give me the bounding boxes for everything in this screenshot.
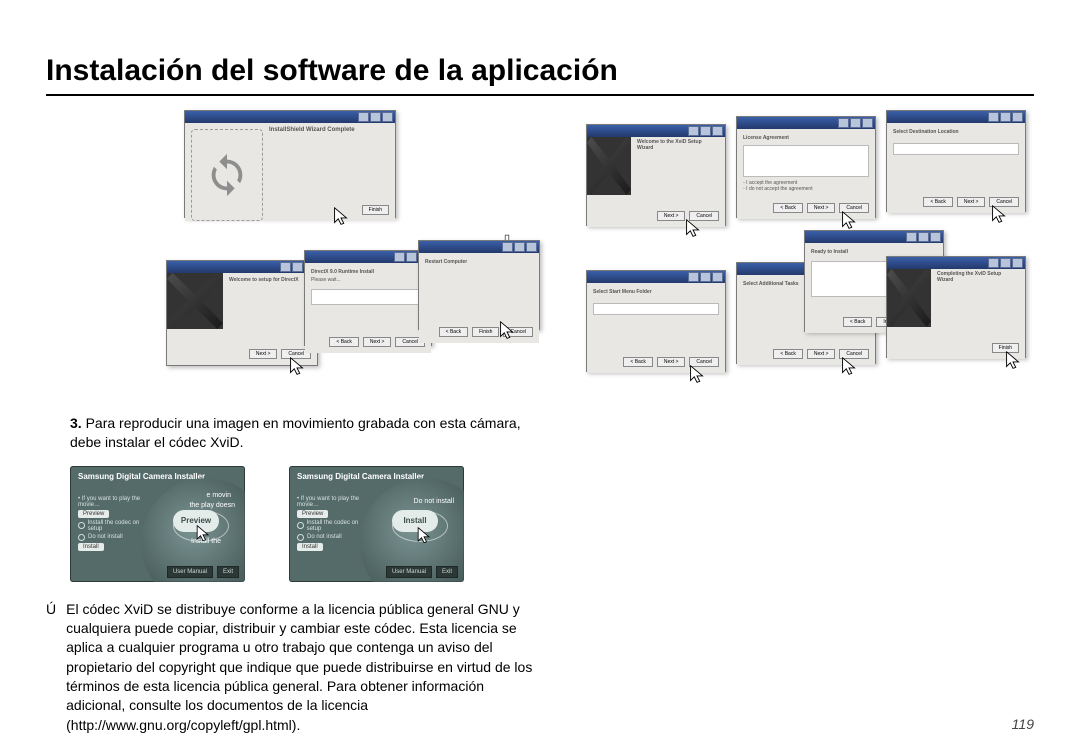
installer-preview-thumbnail: Samsung Digital Camera Installer • If yo… [70, 466, 245, 582]
caption-text: e movin [206, 492, 231, 499]
window-heading: Restart Computer [425, 259, 533, 265]
window-select-destination: Select Destination Location < Back Next … [886, 110, 1026, 212]
left-screenshot-cluster: InstallShield Wizard Complete Finish We [46, 110, 546, 390]
finish-button[interactable]: Finish [362, 205, 389, 215]
cursor-icon [988, 204, 1010, 226]
back-button[interactable]: < Back [623, 357, 652, 367]
back-button[interactable]: < Back [773, 349, 802, 359]
cursor-icon [330, 206, 352, 228]
back-button[interactable]: < Back [843, 317, 872, 327]
user-manual-button[interactable]: User Manual [386, 566, 432, 578]
install-button[interactable]: Install [297, 543, 323, 551]
window-directx-welcome: Welcome to setup for DirectX Next > Canc… [166, 260, 318, 366]
window-directx-install: DirectX 9.0 Runtime Install Please wait.… [304, 250, 432, 346]
caption-text: the play doesn [189, 502, 235, 509]
install-button[interactable]: Install [78, 543, 104, 551]
illustration-placeholder [191, 129, 263, 221]
window-heading: DirectX 9.0 Runtime Install [311, 269, 425, 275]
back-button[interactable]: < Back [773, 203, 802, 213]
next-button[interactable]: Next > [657, 357, 686, 367]
exit-button[interactable]: Exit [436, 566, 458, 578]
footnote-text: El códec XviD se distribuye conforme a l… [66, 600, 546, 735]
window-xvid-welcome: Welcome to the XviD Setup Wizard Next > … [586, 124, 726, 226]
user-manual-button[interactable]: User Manual [167, 566, 213, 578]
window-heading: License Agreement [743, 135, 869, 141]
next-button[interactable]: Next > [807, 203, 836, 213]
cursor-icon [414, 526, 434, 546]
step-3: 3. Para reproducir una imagen en movimie… [70, 414, 546, 452]
window-completing-wizard: Completing the XviD Setup Wizard Finish [886, 256, 1026, 358]
back-button[interactable]: < Back [439, 327, 468, 337]
next-button[interactable]: Next > [807, 349, 836, 359]
cursor-icon [838, 210, 860, 232]
page-number: 119 [1012, 716, 1034, 732]
window-heading: Completing the XviD Setup Wizard [937, 271, 1015, 283]
window-heading: Select Start Menu Folder [593, 289, 719, 295]
step-text: Para reproducir una imagen en movimiento… [70, 415, 521, 450]
preview-button[interactable]: Preview [297, 510, 328, 518]
cursor-icon [496, 320, 518, 342]
next-button[interactable]: Next > [957, 197, 986, 207]
xvid-logo-icon [887, 269, 931, 327]
cursor-icon [838, 356, 860, 378]
footnote-marker: Ú [46, 600, 56, 735]
preview-button[interactable]: Preview [78, 510, 109, 518]
cursor-icon [286, 356, 308, 378]
cursor-icon [686, 364, 708, 386]
back-button[interactable]: < Back [923, 197, 952, 207]
caption-text: Do not install [414, 498, 454, 505]
next-button[interactable]: Next > [363, 337, 392, 347]
right-screenshot-cluster: Welcome to the XviD Setup Wizard Next > … [586, 110, 1034, 410]
window-subheading: Please wait... [311, 277, 425, 283]
exit-button[interactable]: Exit [217, 566, 239, 578]
window-license-agreement: License Agreement ◦ I accept the agreeme… [736, 116, 876, 218]
cursor-icon [1002, 350, 1024, 372]
installer-install-thumbnail: Samsung Digital Camera Installer • If yo… [289, 466, 464, 582]
window-restart-computer: Restart Computer < Back Finish Cancel [418, 240, 540, 330]
footnote: Ú El códec XviD se distribuye conforme a… [46, 600, 546, 735]
window-installshield-complete: InstallShield Wizard Complete Finish [184, 110, 396, 218]
step-number: 3. [70, 415, 82, 431]
back-button[interactable]: < Back [329, 337, 358, 347]
refresh-icon [204, 152, 250, 198]
next-button[interactable]: Next > [249, 349, 278, 359]
directx-logo-icon [167, 273, 223, 329]
window-heading: Ready to Install [811, 249, 937, 255]
xvid-logo-icon [587, 137, 631, 195]
page-title: Instalación del software de la aplicació… [46, 54, 1034, 96]
window-heading: Welcome to setup for DirectX [229, 277, 299, 283]
window-start-menu-folder: Select Start Menu Folder < Back Next > C… [586, 270, 726, 372]
cursor-icon [193, 524, 213, 544]
window-heading: Select Destination Location [893, 129, 1019, 135]
window-heading: InstallShield Wizard Complete [269, 127, 355, 134]
cursor-icon [682, 218, 704, 240]
window-heading: Welcome to the XviD Setup Wizard [637, 139, 715, 151]
